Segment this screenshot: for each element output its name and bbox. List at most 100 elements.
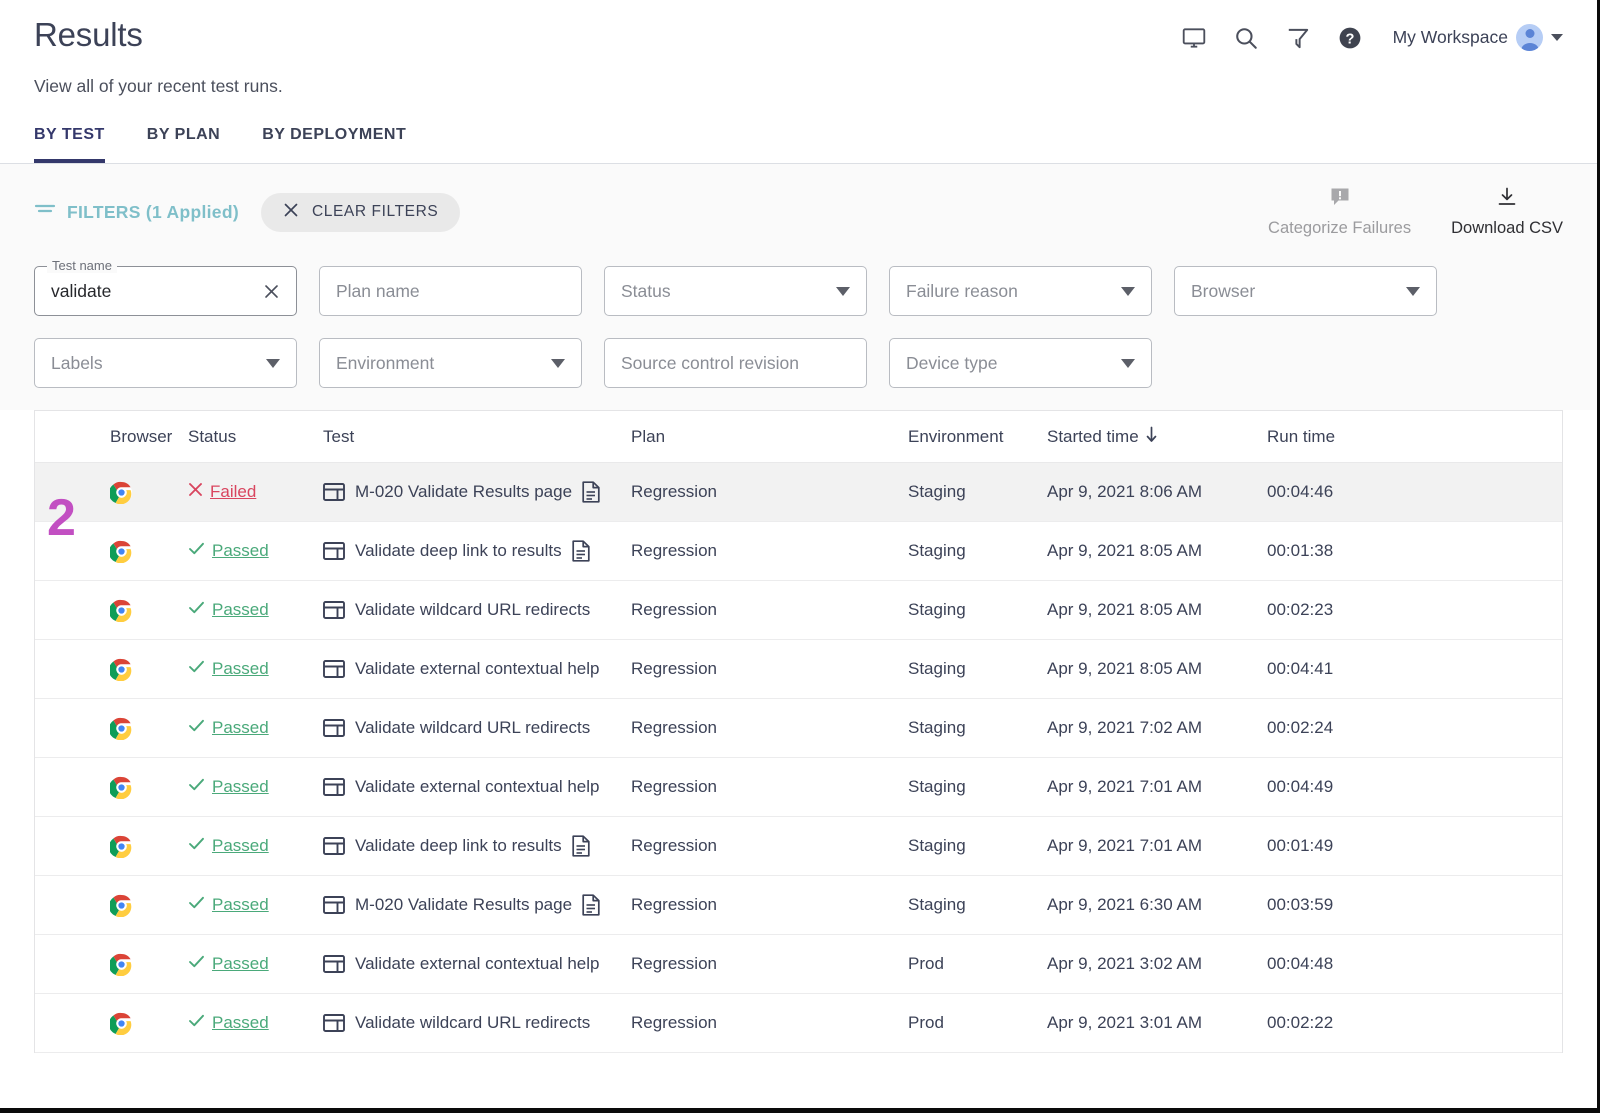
chrome-icon: [110, 599, 133, 622]
filter-field-failure-reason[interactable]: Failure reason: [889, 266, 1152, 316]
filter-field-source-control-revision[interactable]: Source control revision: [604, 338, 867, 388]
status-badge: Passed: [212, 895, 269, 915]
cell-test: Validate external contextual help: [323, 659, 631, 679]
status-link[interactable]: Failed: [188, 482, 256, 502]
table-row[interactable]: Passed Validate wildcard URL redirects R…: [35, 994, 1562, 1053]
table-row[interactable]: Passed Validate deep link to results Reg…: [35, 522, 1562, 581]
tab-by-test[interactable]: BY TEST: [34, 126, 105, 163]
cell-test: M-020 Validate Results page: [323, 894, 631, 916]
table-row[interactable]: Passed M-020 Validate Results page Regre…: [35, 876, 1562, 935]
filter-value-plan-name: Plan name: [336, 281, 565, 302]
chevron-down-icon[interactable]: [1406, 287, 1420, 296]
chevron-down-icon[interactable]: [1121, 287, 1135, 296]
table-row[interactable]: Passed Validate external contextual help…: [35, 935, 1562, 994]
table-row[interactable]: Passed Validate wildcard URL redirects R…: [35, 581, 1562, 640]
table-row[interactable]: Passed Validate external contextual help…: [35, 758, 1562, 817]
status-link[interactable]: Passed: [188, 894, 269, 916]
cell-run-time: 00:01:38: [1267, 541, 1467, 561]
test-name[interactable]: Validate external contextual help: [355, 659, 599, 679]
test-name[interactable]: M-020 Validate Results page: [355, 482, 572, 502]
cell-started-time: Apr 9, 2021 8:05 AM: [1047, 600, 1267, 620]
chevron-down-icon[interactable]: [836, 287, 850, 296]
clear-filters-button[interactable]: CLEAR FILTERS: [261, 193, 460, 232]
tab-by-plan[interactable]: BY PLAN: [147, 126, 220, 163]
filter-icon[interactable]: [1285, 25, 1311, 51]
test-name[interactable]: Validate external contextual help: [355, 777, 599, 797]
document-icon[interactable]: [582, 894, 600, 916]
test-name[interactable]: Validate wildcard URL redirects: [355, 600, 590, 620]
filter-field-device-type[interactable]: Device type: [889, 338, 1152, 388]
header-actions: ? My Workspace: [1181, 14, 1563, 51]
cell-run-time: 00:04:41: [1267, 659, 1467, 679]
table-row[interactable]: 2 Failed M-020 Validate Results page Reg…: [35, 463, 1562, 522]
table-row[interactable]: Passed Validate wildcard URL redirects R…: [35, 699, 1562, 758]
cell-status: Passed: [188, 599, 323, 621]
filter-value-environment: Environment: [336, 353, 551, 374]
test-name[interactable]: Validate external contextual help: [355, 954, 599, 974]
filter-legend-test-name: Test name: [47, 258, 117, 273]
check-icon: [188, 717, 205, 739]
cell-browser: [110, 658, 188, 681]
filter-field-browser[interactable]: Browser: [1174, 266, 1437, 316]
status-link[interactable]: Passed: [188, 658, 269, 680]
status-badge: Passed: [212, 600, 269, 620]
column-header-status[interactable]: Status: [188, 427, 323, 447]
test-name[interactable]: Validate deep link to results: [355, 836, 562, 856]
status-link[interactable]: Passed: [188, 599, 269, 621]
help-icon[interactable]: ?: [1337, 25, 1363, 51]
column-header-started-time[interactable]: Started time: [1047, 426, 1267, 448]
cell-plan: Regression: [631, 718, 908, 738]
cell-environment: Staging: [908, 895, 1047, 915]
status-link[interactable]: Passed: [188, 835, 269, 857]
test-name[interactable]: Validate wildcard URL redirects: [355, 1013, 590, 1033]
filter-field-status[interactable]: Status: [604, 266, 867, 316]
status-badge: Passed: [212, 836, 269, 856]
test-name[interactable]: M-020 Validate Results page: [355, 895, 572, 915]
filter-field-labels[interactable]: Labels: [34, 338, 297, 388]
status-link[interactable]: Passed: [188, 717, 269, 739]
column-header-browser[interactable]: Browser: [110, 427, 188, 447]
document-icon[interactable]: [582, 481, 600, 503]
document-icon[interactable]: [572, 835, 590, 857]
column-header-run-time[interactable]: Run time: [1267, 427, 1467, 447]
status-link[interactable]: Passed: [188, 953, 269, 975]
filters-label-text: FILTERS (1 Applied): [67, 202, 239, 223]
clear-icon[interactable]: [263, 283, 280, 300]
cell-run-time: 00:04:48: [1267, 954, 1467, 974]
chevron-down-icon[interactable]: [266, 359, 280, 368]
status-link[interactable]: Passed: [188, 776, 269, 798]
monitor-icon[interactable]: [1181, 25, 1207, 51]
tab-bar: BY TEST BY PLAN BY DEPLOYMENT: [34, 126, 1563, 163]
column-header-plan[interactable]: Plan: [631, 427, 908, 447]
chrome-icon: [110, 717, 133, 740]
filter-value-browser: Browser: [1191, 281, 1406, 302]
filter-field-plan-name[interactable]: Plan name: [319, 266, 582, 316]
chevron-down-icon[interactable]: [1121, 359, 1135, 368]
test-name[interactable]: Validate deep link to results: [355, 541, 562, 561]
search-icon[interactable]: [1233, 25, 1259, 51]
cell-test: Validate wildcard URL redirects: [323, 1013, 631, 1033]
cell-test: M-020 Validate Results page: [323, 481, 631, 503]
test-name[interactable]: Validate wildcard URL redirects: [355, 718, 590, 738]
spreadsheet-icon: [323, 482, 345, 502]
cell-status: Passed: [188, 1012, 323, 1034]
filters-toggle[interactable]: FILTERS (1 Applied): [34, 201, 239, 224]
x-icon: [188, 482, 203, 502]
filter-field-test-name[interactable]: Test namevalidate: [34, 266, 297, 316]
status-link[interactable]: Passed: [188, 1012, 269, 1034]
status-badge: Passed: [212, 718, 269, 738]
column-header-environment[interactable]: Environment: [908, 427, 1047, 447]
table-row[interactable]: Passed Validate external contextual help…: [35, 640, 1562, 699]
status-badge: Passed: [212, 541, 269, 561]
chevron-down-icon[interactable]: [1551, 34, 1563, 41]
filter-field-environment[interactable]: Environment: [319, 338, 582, 388]
workspace-menu[interactable]: My Workspace: [1393, 24, 1563, 51]
status-link[interactable]: Passed: [188, 540, 269, 562]
column-header-test[interactable]: Test: [323, 427, 631, 447]
tab-by-deployment[interactable]: BY DEPLOYMENT: [262, 126, 406, 163]
categorize-failures-button[interactable]: Categorize Failures: [1268, 186, 1411, 238]
table-row[interactable]: Passed Validate deep link to results Reg…: [35, 817, 1562, 876]
chevron-down-icon[interactable]: [551, 359, 565, 368]
download-csv-button[interactable]: Download CSV: [1451, 186, 1563, 238]
document-icon[interactable]: [572, 540, 590, 562]
